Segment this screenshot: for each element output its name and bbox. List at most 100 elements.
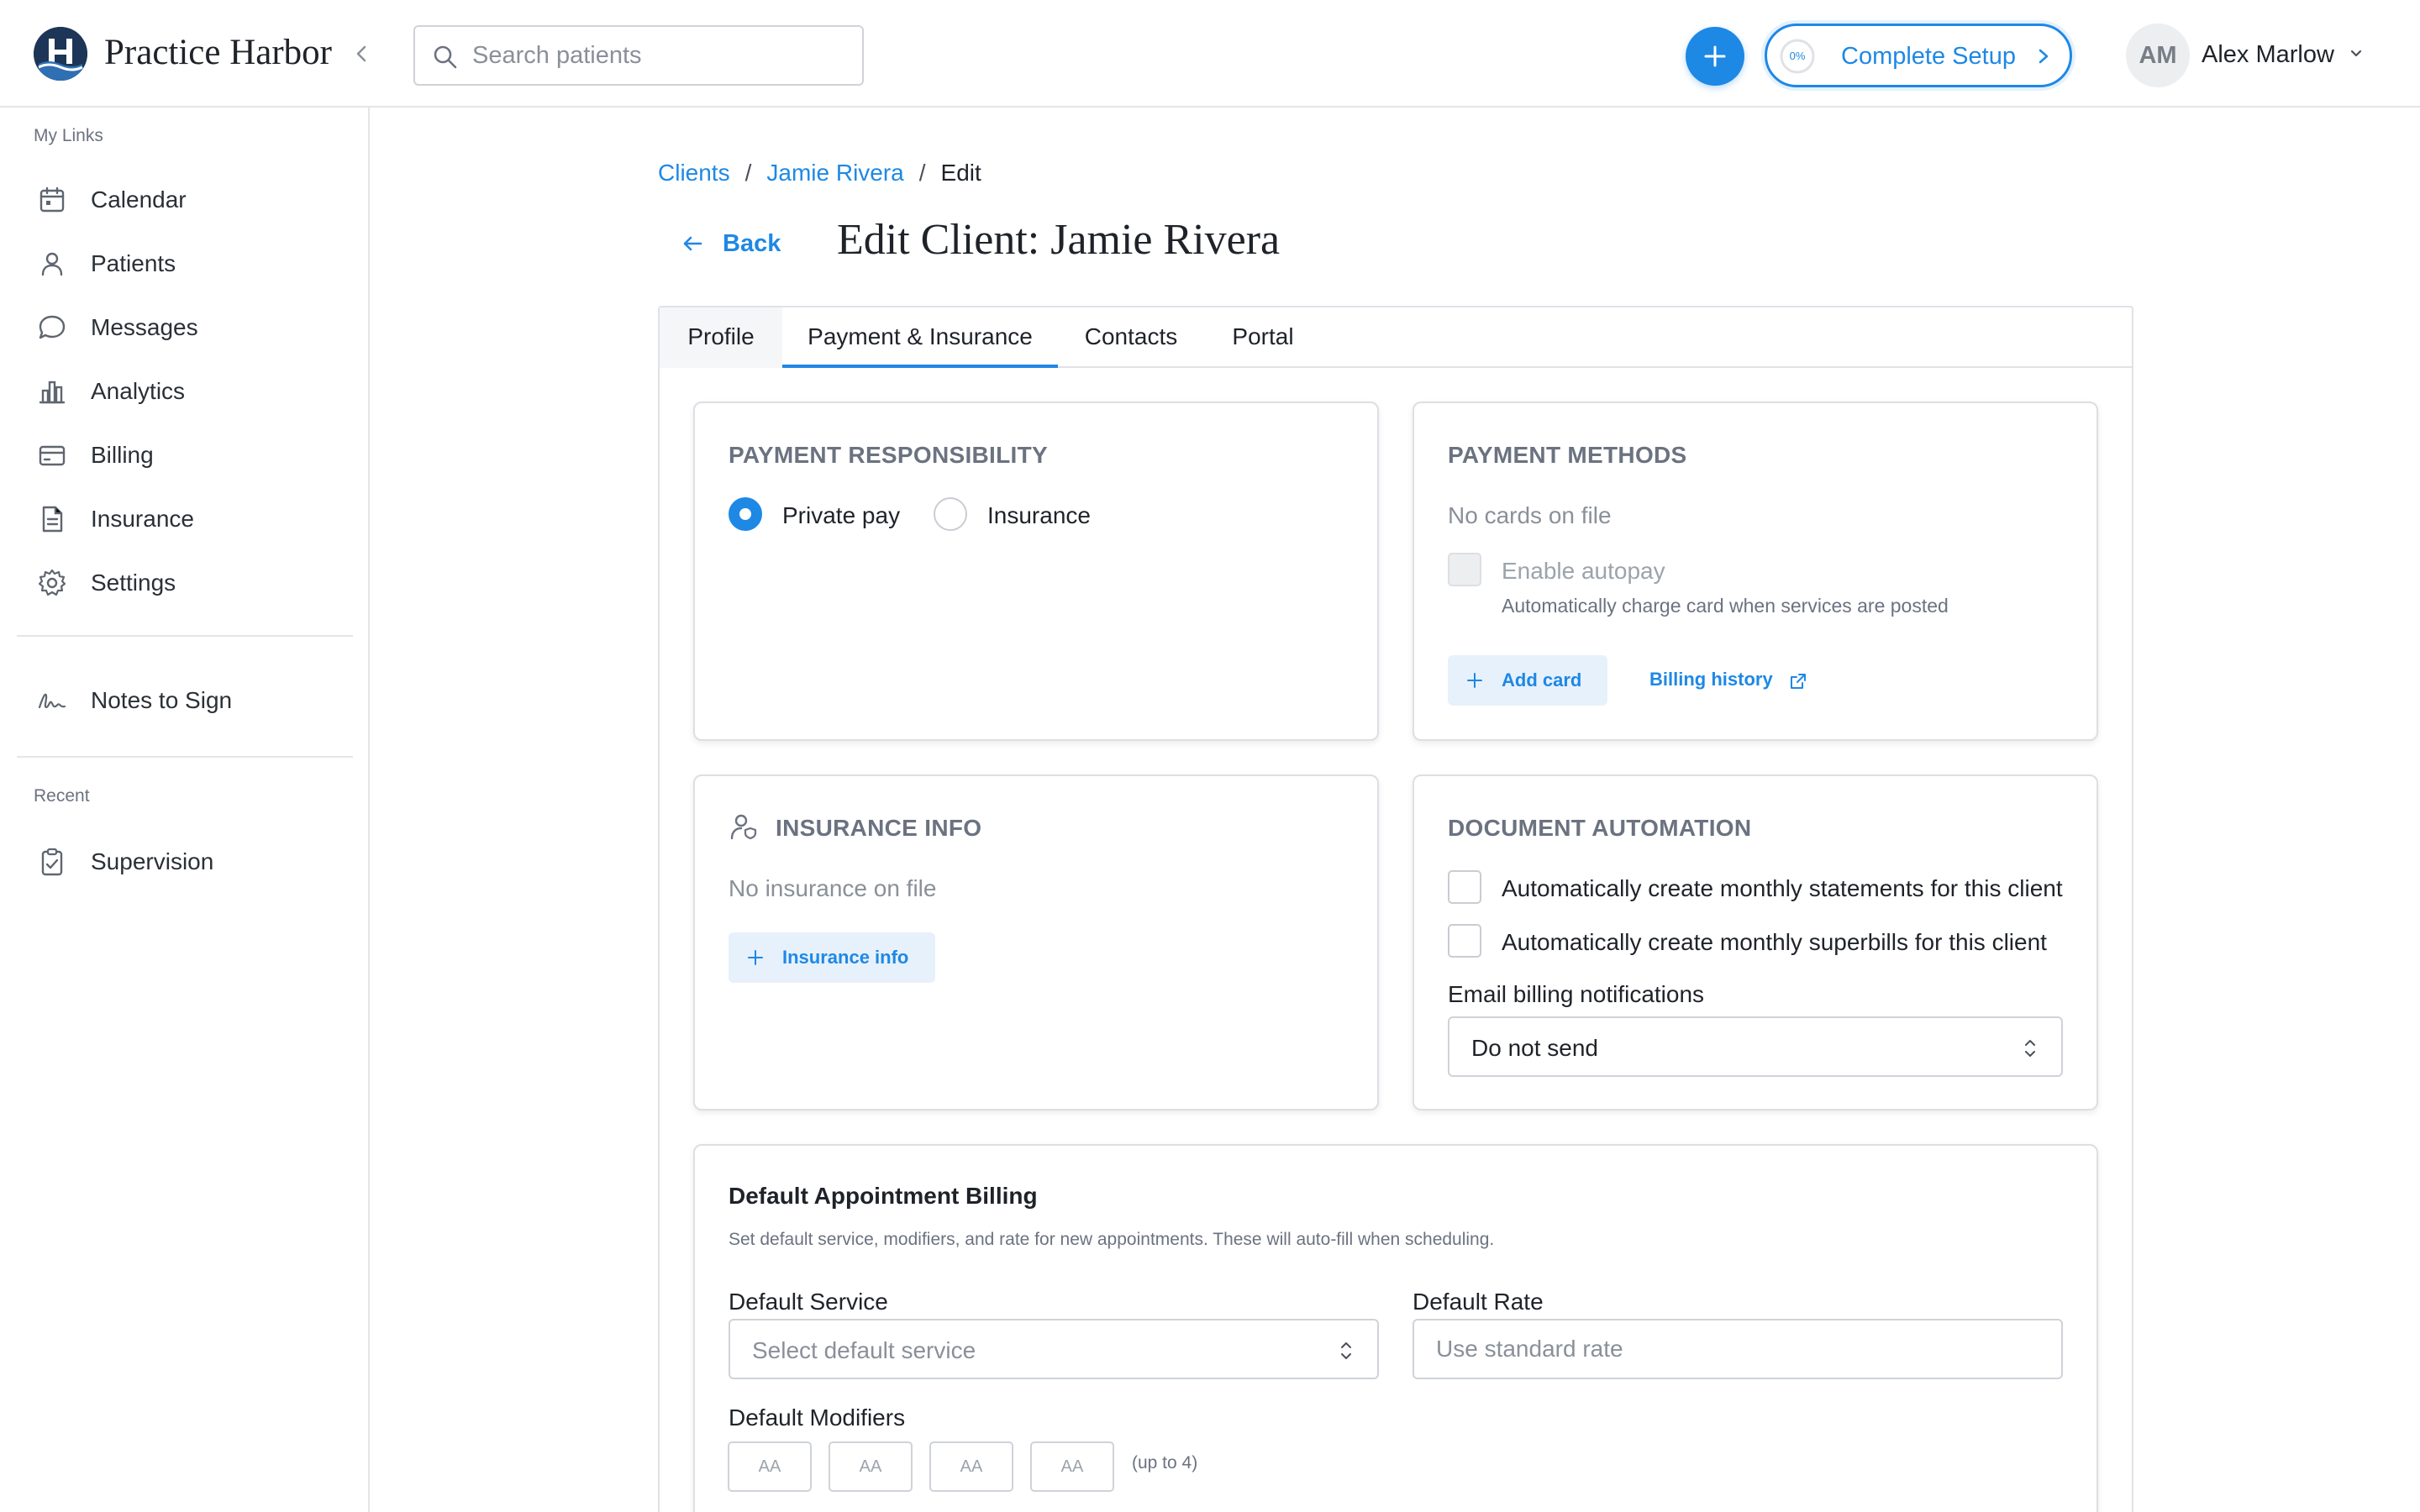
insurance-radio[interactable] xyxy=(934,497,967,531)
add-card-label: Add card xyxy=(1502,669,1582,690)
sidebar: My Links Calendar Patients Messages Anal… xyxy=(0,108,370,1512)
chevron-left-icon xyxy=(356,45,366,62)
card-title: INSURANCE INFO xyxy=(776,815,982,841)
no-cards-text: No cards on file xyxy=(1448,502,1612,528)
recent-heading: Recent xyxy=(34,786,90,806)
email-billing-notifications-select[interactable]: Do not send xyxy=(1448,1016,2063,1077)
monthly-superbills-checkbox[interactable] xyxy=(1448,924,1481,958)
payment-responsibility-card: PAYMENT RESPONSIBILITY Private pay Insur… xyxy=(693,402,1379,741)
plus-icon xyxy=(748,950,763,965)
sidebar-item-label: Messages xyxy=(91,314,198,340)
tab-bar: Profile Payment & Insurance Contacts Por… xyxy=(660,307,2132,368)
default-service-select[interactable]: Select default service xyxy=(729,1319,1379,1379)
search-input[interactable] xyxy=(472,27,850,84)
sidebar-item-supervision[interactable]: Supervision xyxy=(17,833,353,887)
sidebar-item-billing[interactable]: Billing xyxy=(17,427,353,480)
monthly-superbills-label[interactable]: Automatically create monthly superbills … xyxy=(1502,929,2047,956)
breadcrumb-client-name[interactable]: Jamie Rivera xyxy=(766,160,903,186)
tab-payment-insurance[interactable]: Payment & Insurance xyxy=(782,307,1058,368)
plus-icon xyxy=(1467,673,1482,688)
email-billing-notifications-label: Email billing notifications xyxy=(1448,981,1705,1007)
billing-history-link[interactable]: Billing history xyxy=(1649,669,1818,694)
enable-autopay-checkbox[interactable] xyxy=(1448,553,1481,586)
tab-portal[interactable]: Portal xyxy=(1204,307,1322,368)
card-title: Default Appointment Billing xyxy=(729,1183,1038,1209)
payment-methods-card: PAYMENT METHODS No cards on file Enable … xyxy=(1413,402,2098,741)
document-icon xyxy=(37,504,67,534)
card-title: DOCUMENT AUTOMATION xyxy=(1448,815,1752,841)
user-avatar[interactable]: AM xyxy=(2126,24,2190,87)
modifiers-hint: (up to 4) xyxy=(1132,1453,1198,1473)
insurance-info-card: INSURANCE INFO No insurance on file Insu… xyxy=(693,774,1379,1110)
brand-name: Practice Harbor xyxy=(104,33,332,72)
practice-harbor-logo[interactable] xyxy=(34,27,87,81)
page-title: Edit Client: Jamie Rivera xyxy=(837,216,1281,264)
search-icon xyxy=(434,45,457,69)
default-billing-description: Set default service, modifiers, and rate… xyxy=(729,1230,1495,1249)
sidebar-item-label: Analytics xyxy=(91,378,186,404)
calendar-icon xyxy=(37,185,67,215)
chevron-down-icon[interactable] xyxy=(2348,47,2365,60)
tab-contacts[interactable]: Contacts xyxy=(1058,307,1204,368)
modifier-input-1[interactable] xyxy=(728,1441,812,1492)
card-title: PAYMENT RESPONSIBILITY xyxy=(729,442,1048,468)
collapse-sidebar-button[interactable] xyxy=(350,39,373,69)
setup-progress-text: 0% xyxy=(1789,50,1806,62)
user-name[interactable]: Alex Marlow xyxy=(2202,41,2334,69)
credit-card-icon xyxy=(37,440,67,470)
monthly-statements-checkbox[interactable] xyxy=(1448,870,1481,904)
default-rate-input[interactable] xyxy=(1413,1319,2063,1379)
billing-history-label: Billing history xyxy=(1649,669,1773,690)
selected-value: Select default service xyxy=(752,1337,976,1363)
search-box xyxy=(413,25,864,86)
breadcrumb-current: Edit xyxy=(940,160,981,186)
my-links-heading: My Links xyxy=(34,126,103,145)
breadcrumb: Clients / Jamie Rivera / Edit xyxy=(658,160,981,186)
sidebar-divider xyxy=(17,756,353,758)
document-automation-card: DOCUMENT AUTOMATION Automatically create… xyxy=(1413,774,2098,1110)
breadcrumb-clients[interactable]: Clients xyxy=(658,160,730,186)
sidebar-item-patients[interactable]: Patients xyxy=(17,235,353,289)
quick-add-button[interactable] xyxy=(1686,27,1744,86)
signature-icon xyxy=(37,685,67,716)
card-title: PAYMENT METHODS xyxy=(1448,442,1687,468)
chevron-up-down-icon xyxy=(2025,1040,2035,1057)
sidebar-item-calendar[interactable]: Calendar xyxy=(17,171,353,225)
bar-chart-icon xyxy=(37,376,67,407)
back-button[interactable]: Back xyxy=(677,225,786,262)
chevron-up-down-icon xyxy=(1341,1342,1351,1359)
no-insurance-text: No insurance on file xyxy=(729,875,937,901)
sidebar-item-label: Billing xyxy=(91,442,154,468)
private-pay-label[interactable]: Private pay xyxy=(782,502,900,529)
sidebar-item-notes-to-sign[interactable]: Notes to Sign xyxy=(17,672,353,726)
sidebar-item-label: Supervision xyxy=(91,848,214,874)
sidebar-item-label: Notes to Sign xyxy=(91,687,233,713)
modifier-input-3[interactable] xyxy=(929,1441,1013,1492)
default-modifiers-label: Default Modifiers xyxy=(729,1404,906,1431)
add-insurance-info-button[interactable]: Insurance info xyxy=(729,932,935,983)
sidebar-item-messages[interactable]: Messages xyxy=(17,299,353,353)
top-bar: Practice Harbor 0% Complete Setup AM Ale… xyxy=(0,0,2420,108)
insurance-label[interactable]: Insurance xyxy=(987,502,1091,529)
plus-icon xyxy=(1704,45,1726,67)
complete-setup-button[interactable]: 0% Complete Setup xyxy=(1765,24,2072,87)
back-label: Back xyxy=(723,230,781,257)
chat-bubble-icon xyxy=(37,312,67,343)
add-card-button[interactable]: Add card xyxy=(1448,655,1607,706)
modifier-input-2[interactable] xyxy=(829,1441,913,1492)
modifier-input-4[interactable] xyxy=(1030,1441,1114,1492)
default-service-label: Default Service xyxy=(729,1289,888,1315)
tab-profile[interactable]: Profile xyxy=(660,307,782,368)
private-pay-radio[interactable] xyxy=(729,497,762,531)
gear-icon xyxy=(37,568,67,598)
monthly-statements-label[interactable]: Automatically create monthly statements … xyxy=(1502,875,2063,902)
sidebar-item-label: Patients xyxy=(91,250,176,276)
selected-value: Do not send xyxy=(1471,1035,1598,1061)
enable-autopay-label: Enable autopay xyxy=(1502,558,1665,584)
sidebar-item-analytics[interactable]: Analytics xyxy=(17,363,353,417)
sidebar-item-settings[interactable]: Settings xyxy=(17,554,353,608)
breadcrumb-separator: / xyxy=(918,160,926,186)
default-rate-label: Default Rate xyxy=(1413,1289,1544,1315)
sidebar-item-insurance[interactable]: Insurance xyxy=(17,491,353,544)
add-insurance-info-label: Insurance info xyxy=(782,947,909,968)
